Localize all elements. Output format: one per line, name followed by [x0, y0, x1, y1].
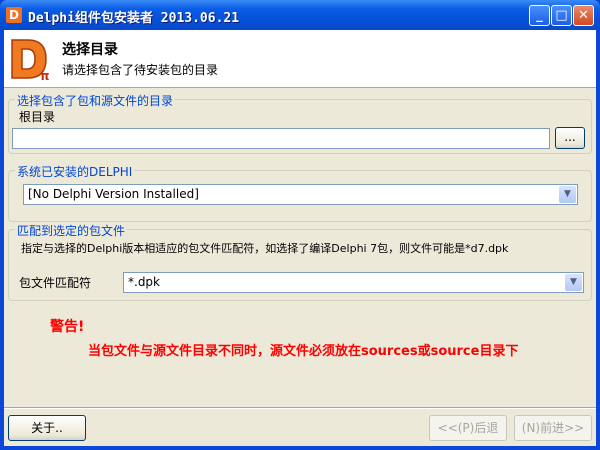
pattern-description: 指定与选择的Delphi版本相适应的包文件匹配符，如选择了编译Delphi 7包… [21, 242, 509, 255]
chevron-down-icon[interactable]: ▼ [559, 186, 576, 203]
close-button[interactable]: ✕ [573, 5, 594, 26]
about-button[interactable]: 关于.. [8, 415, 86, 441]
delphi-logo-icon: π [11, 39, 50, 82]
pattern-label: 包文件匹配符 [19, 276, 92, 290]
root-dir-input[interactable] [12, 128, 550, 149]
root-dir-group: 选择包含了包和源文件的目录 根目录 ... [8, 92, 592, 154]
window-title: Delphi组件包安装者 2013.06.21 [28, 11, 240, 26]
page-subtitle: 请选择包含了待安装包的目录 [62, 63, 219, 77]
wizard-header: π 选择目录 请选择包含了待安装包的目录 [4, 30, 596, 88]
delphi-version-group: 系统已安装的DELPHI [No Delphi Version Installe… [8, 163, 592, 222]
title-bar: D Delphi组件包安装者 2013.06.21 _ □ ✕ [0, 0, 600, 30]
svg-text:π: π [40, 69, 50, 82]
divider [4, 407, 596, 409]
minimize-button[interactable]: _ [529, 5, 550, 26]
chevron-down-icon[interactable]: ▼ [565, 274, 582, 291]
browse-button[interactable]: ... [555, 127, 585, 149]
package-pattern-group: 匹配到选定的包文件 指定与选择的Delphi版本相适应的包文件匹配符，如选择了编… [8, 222, 592, 301]
group-label: 选择包含了包和源文件的目录 [15, 92, 176, 109]
maximize-button[interactable]: □ [551, 5, 572, 26]
installer-window: D Delphi组件包安装者 2013.06.21 _ □ ✕ π 选择目录 请… [0, 0, 600, 450]
pattern-combo[interactable]: *.dpk ▼ [123, 272, 584, 293]
group-label: 系统已安装的DELPHI [15, 163, 135, 180]
delphi-version-select[interactable]: [No Delphi Version Installed] ▼ [23, 184, 578, 205]
next-button[interactable]: (N)前进>> [514, 415, 592, 441]
back-button[interactable]: <<(P)后退 [429, 415, 507, 441]
page-title: 选择目录 [62, 42, 118, 58]
dialog-body: π 选择目录 请选择包含了待安装包的目录 选择包含了包和源文件的目录 根目录 .… [4, 30, 596, 446]
selected-value: [No Delphi Version Installed] [28, 187, 199, 201]
app-icon: D [6, 7, 22, 23]
warning-text: 当包文件与源文件目录不同时，源文件必须放在sources或source目录下 [88, 344, 519, 359]
pattern-value: *.dpk [128, 275, 160, 289]
group-label: 匹配到选定的包文件 [15, 222, 128, 239]
warning-title: 警告! [50, 319, 85, 335]
root-dir-label: 根目录 [19, 110, 56, 124]
